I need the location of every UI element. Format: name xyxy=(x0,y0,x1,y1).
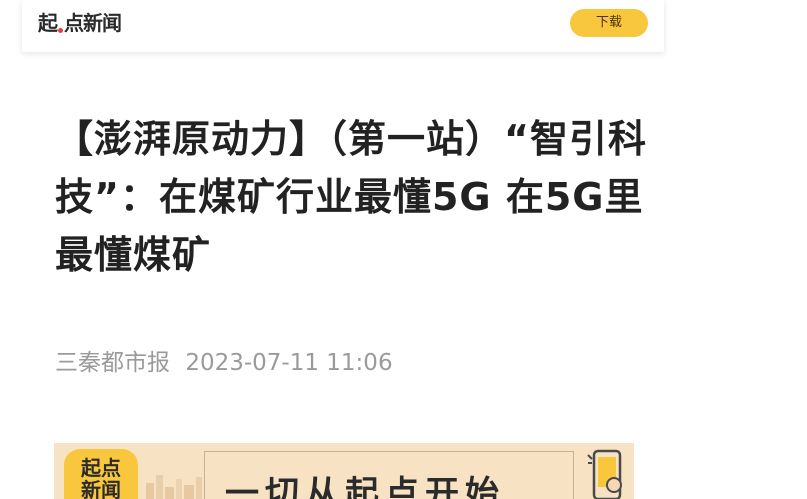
top-bar: 起点新闻 下载 xyxy=(22,0,664,52)
app-icon-text-line2: 新闻 xyxy=(81,478,121,499)
logo-text-rest: 点新闻 xyxy=(64,11,122,35)
article-header: 【澎湃原动力】（第一站）“智引科技”：在煤矿行业最懂5G 在5G里最懂煤矿 xyxy=(55,110,655,284)
app-promo-banner[interactable]: 起点 新闻 一切从起点开始 xyxy=(54,443,634,499)
site-logo[interactable]: 起点新闻 xyxy=(38,9,122,37)
article-title: 【澎湃原动力】（第一站）“智引科技”：在煤矿行业最懂5G 在5G里最懂煤矿 xyxy=(55,117,647,277)
logo-text-qi: 起 xyxy=(38,11,58,35)
download-button[interactable]: 下载 xyxy=(570,9,648,37)
city-skyline-icon xyxy=(146,475,202,499)
phone-illustration-icon xyxy=(587,449,622,499)
banner-slogan: 一切从起点开始 xyxy=(204,451,574,499)
app-icon: 起点 新闻 xyxy=(64,449,138,499)
app-icon-text-line1: 起点 xyxy=(81,456,121,480)
article-meta: 三秦都市报 2023-07-11 11:06 xyxy=(55,343,393,377)
article-datetime: 2023-07-11 11:06 xyxy=(185,350,393,376)
article-source: 三秦都市报 xyxy=(55,350,170,376)
logo-dot xyxy=(58,28,63,33)
